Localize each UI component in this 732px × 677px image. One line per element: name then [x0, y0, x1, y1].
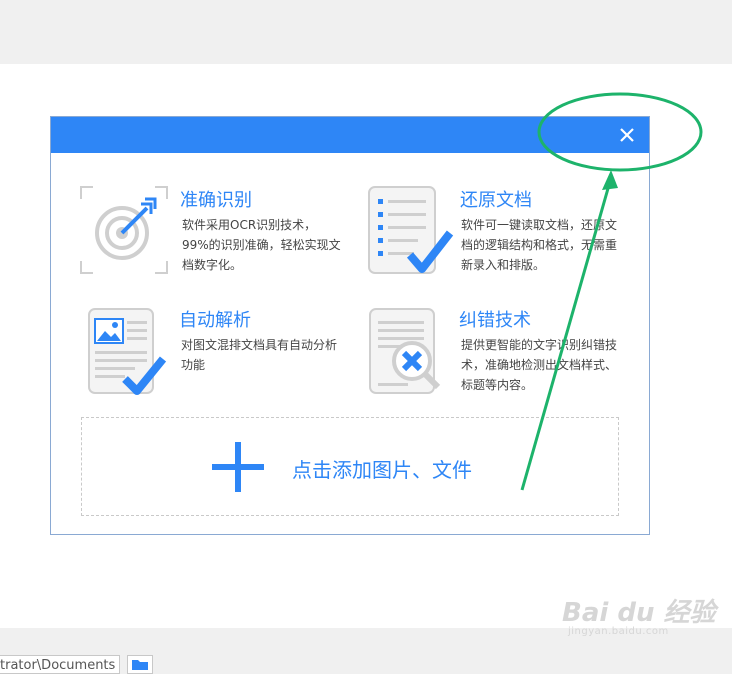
annotation-arrow-head	[602, 170, 618, 190]
watermark-main-text: Bai du 经验	[562, 598, 716, 628]
annotation-overlay	[520, 92, 703, 491]
baidu-jingyan-watermark: Bai du 经验 jingyan.baidu.com	[562, 592, 716, 637]
annotation-arrow-line	[520, 177, 613, 491]
annotation-ellipse	[537, 92, 703, 172]
watermark-sub-text: jingyan.baidu.com	[568, 626, 669, 637]
